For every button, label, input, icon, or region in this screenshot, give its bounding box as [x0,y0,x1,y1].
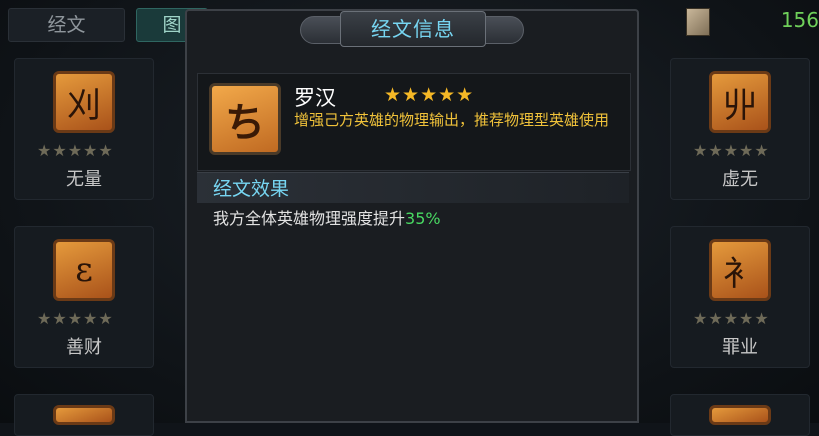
rune-card-icon: 刈 [53,71,115,133]
tab-sutra[interactable]: 经文 [8,8,125,42]
modal-title-plate: 经文信息 [300,4,524,52]
rune-card[interactable] [670,394,810,436]
rune-icon: ち [209,83,281,155]
rune-card-icon [53,405,115,425]
rune-card[interactable]: ɛ ★★★★★ 善财 [14,226,154,368]
star-rating: ★★★★★ [37,141,114,160]
rune-card-name: 虚无 [722,169,758,190]
rune-card[interactable]: 丱 ★★★★★ 虚无 [670,58,810,200]
rune-card-name: 无量 [66,169,102,190]
scroll-icon [686,8,710,36]
rune-name: 罗汉 [294,86,336,110]
currency-value: 156 [780,8,819,32]
rune-card-name: 罪业 [722,337,758,358]
star-rating: ★★★★★ [693,141,770,160]
rune-card-icon [709,405,771,425]
effect-text: 我方全体英雄物理强度提升35% [213,205,441,229]
rune-card[interactable]: 刈 ★★★★★ 无量 [14,58,154,200]
effect-value: 35% [405,209,441,228]
rune-card[interactable]: 衤 ★★★★★ 罪业 [670,226,810,368]
effect-text-label: 我方全体英雄物理强度提升 [213,209,406,228]
rune-card-icon: 丱 [709,71,771,133]
effect-title: 经文效果 [213,178,290,200]
star-rating: ★★★★★ [37,309,114,328]
rune-card-icon: ɛ [53,239,115,301]
modal-title: 经文信息 [340,11,486,47]
rune-card[interactable] [14,394,154,436]
star-rating: ★★★★★ [693,309,770,328]
rune-card-icon: 衤 [709,239,771,301]
rune-description: 增强己方英雄的物理输出，推荐物理型英雄使用 [294,111,610,129]
currency-display: 156 [680,6,819,36]
rune-card-name: 善财 [66,337,102,358]
rune-star-rating: ★★★★★ [384,84,475,106]
